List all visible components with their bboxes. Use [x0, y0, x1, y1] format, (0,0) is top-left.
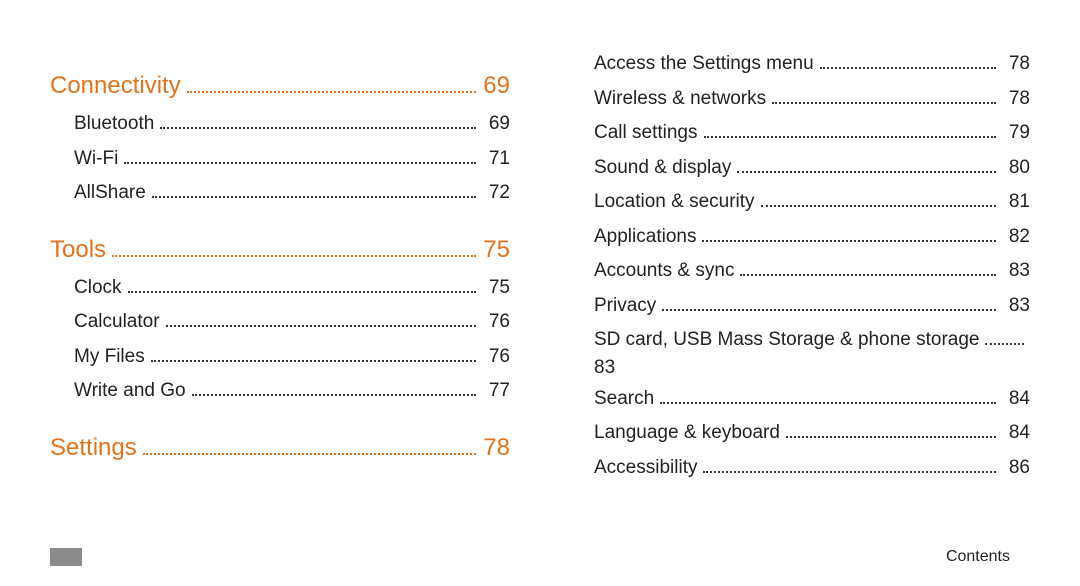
toc-item-language-keyboard[interactable]: Language & keyboard 84: [570, 419, 1030, 448]
leader-dots: [662, 297, 996, 310]
item-label: Bluetooth: [74, 110, 154, 139]
item-page: 76: [482, 308, 510, 337]
item-page: 83: [594, 357, 615, 378]
item-label: Applications: [594, 223, 696, 252]
item-page: 81: [1002, 188, 1030, 217]
item-label: Write and Go: [74, 377, 186, 406]
toc-item-myfiles[interactable]: My Files 76: [50, 343, 510, 372]
toc-page: Connectivity 69 Bluetooth 69 Wi-Fi 71 Al…: [0, 0, 1080, 586]
item-label: Clock: [74, 274, 122, 303]
leader-dots: [128, 279, 476, 292]
toc-item-accounts-sync[interactable]: Accounts & sync 83: [570, 257, 1030, 286]
leader-dots: [761, 194, 996, 207]
page-corner-tab: [50, 548, 82, 566]
item-page: 79: [1002, 119, 1030, 148]
section-connectivity[interactable]: Connectivity 69: [50, 68, 510, 104]
toc-item-sd-usb-storage-page: 83: [570, 357, 1030, 379]
item-page: 78: [1002, 85, 1030, 114]
toc-item-sd-usb-storage[interactable]: SD card, USB Mass Storage & phone storag…: [570, 326, 1030, 355]
toc-item-writeandgo[interactable]: Write and Go 77: [50, 377, 510, 406]
section-title: Connectivity: [50, 68, 181, 104]
leader-dots: [740, 263, 996, 276]
item-label: Accessibility: [594, 454, 697, 483]
item-page: 83: [1002, 292, 1030, 321]
section-page: 75: [482, 232, 510, 268]
item-page: 72: [482, 179, 510, 208]
section-settings[interactable]: Settings 78: [50, 430, 510, 466]
item-page: 71: [482, 145, 510, 174]
toc-item-wireless-networks[interactable]: Wireless & networks 78: [570, 85, 1030, 114]
toc-item-clock[interactable]: Clock 75: [50, 274, 510, 303]
item-label: Accounts & sync: [594, 257, 734, 286]
toc-item-calculator[interactable]: Calculator 76: [50, 308, 510, 337]
item-page: 77: [482, 377, 510, 406]
leader-dots: [166, 314, 476, 327]
leader-dots: [702, 228, 996, 241]
item-label: Calculator: [74, 308, 160, 337]
leader-dots: [187, 81, 476, 93]
item-label: Privacy: [594, 292, 656, 321]
item-label: Search: [594, 385, 654, 414]
section-title: Settings: [50, 430, 137, 466]
leader-dots: [160, 116, 476, 129]
leader-dots: [124, 150, 476, 163]
item-page: 69: [482, 110, 510, 139]
item-page: 84: [1002, 385, 1030, 414]
toc-item-search[interactable]: Search 84: [570, 385, 1030, 414]
section-title: Tools: [50, 232, 106, 268]
item-label: Wi-Fi: [74, 145, 118, 174]
toc-item-sound-display[interactable]: Sound & display 80: [570, 154, 1030, 183]
item-label: Location & security: [594, 188, 755, 217]
leader-dots: [786, 425, 996, 438]
left-column: Connectivity 69 Bluetooth 69 Wi-Fi 71 Al…: [50, 50, 510, 586]
toc-item-call-settings[interactable]: Call settings 79: [570, 119, 1030, 148]
item-page: 83: [1002, 257, 1030, 286]
item-page: 76: [482, 343, 510, 372]
leader-dots: [703, 459, 996, 472]
toc-item-location-security[interactable]: Location & security 81: [570, 188, 1030, 217]
item-label: Access the Settings menu: [594, 50, 814, 79]
item-label: AllShare: [74, 179, 146, 208]
toc-item-allshare[interactable]: AllShare 72: [50, 179, 510, 208]
item-page: 82: [1002, 223, 1030, 252]
right-column: Access the Settings menu 78 Wireless & n…: [570, 50, 1030, 586]
leader-dots: [985, 332, 1024, 345]
item-label: Language & keyboard: [594, 419, 780, 448]
leader-dots: [152, 185, 476, 198]
item-label: My Files: [74, 343, 145, 372]
item-page: 80: [1002, 154, 1030, 183]
leader-dots: [151, 348, 476, 361]
item-label: Sound & display: [594, 154, 731, 183]
toc-item-wifi[interactable]: Wi-Fi 71: [50, 145, 510, 174]
item-page: 78: [1002, 50, 1030, 79]
toc-item-applications[interactable]: Applications 82: [570, 223, 1030, 252]
section-page: 78: [482, 430, 510, 466]
leader-dots: [704, 125, 997, 138]
toc-item-access-settings[interactable]: Access the Settings menu 78: [570, 50, 1030, 79]
toc-item-accessibility[interactable]: Accessibility 86: [570, 454, 1030, 483]
footer-label: Contents: [946, 548, 1010, 566]
item-page: 86: [1002, 454, 1030, 483]
leader-dots: [737, 159, 996, 172]
leader-dots: [143, 443, 476, 455]
item-label: Call settings: [594, 119, 698, 148]
item-page: 75: [482, 274, 510, 303]
leader-dots: [112, 245, 476, 257]
toc-item-privacy[interactable]: Privacy 83: [570, 292, 1030, 321]
leader-dots: [820, 56, 996, 69]
item-page: 84: [1002, 419, 1030, 448]
item-label: SD card, USB Mass Storage & phone storag…: [594, 326, 979, 355]
item-label: Wireless & networks: [594, 85, 766, 114]
leader-dots: [660, 390, 996, 403]
section-tools[interactable]: Tools 75: [50, 232, 510, 268]
leader-dots: [772, 90, 996, 103]
toc-item-bluetooth[interactable]: Bluetooth 69: [50, 110, 510, 139]
leader-dots: [192, 383, 476, 396]
section-page: 69: [482, 68, 510, 104]
